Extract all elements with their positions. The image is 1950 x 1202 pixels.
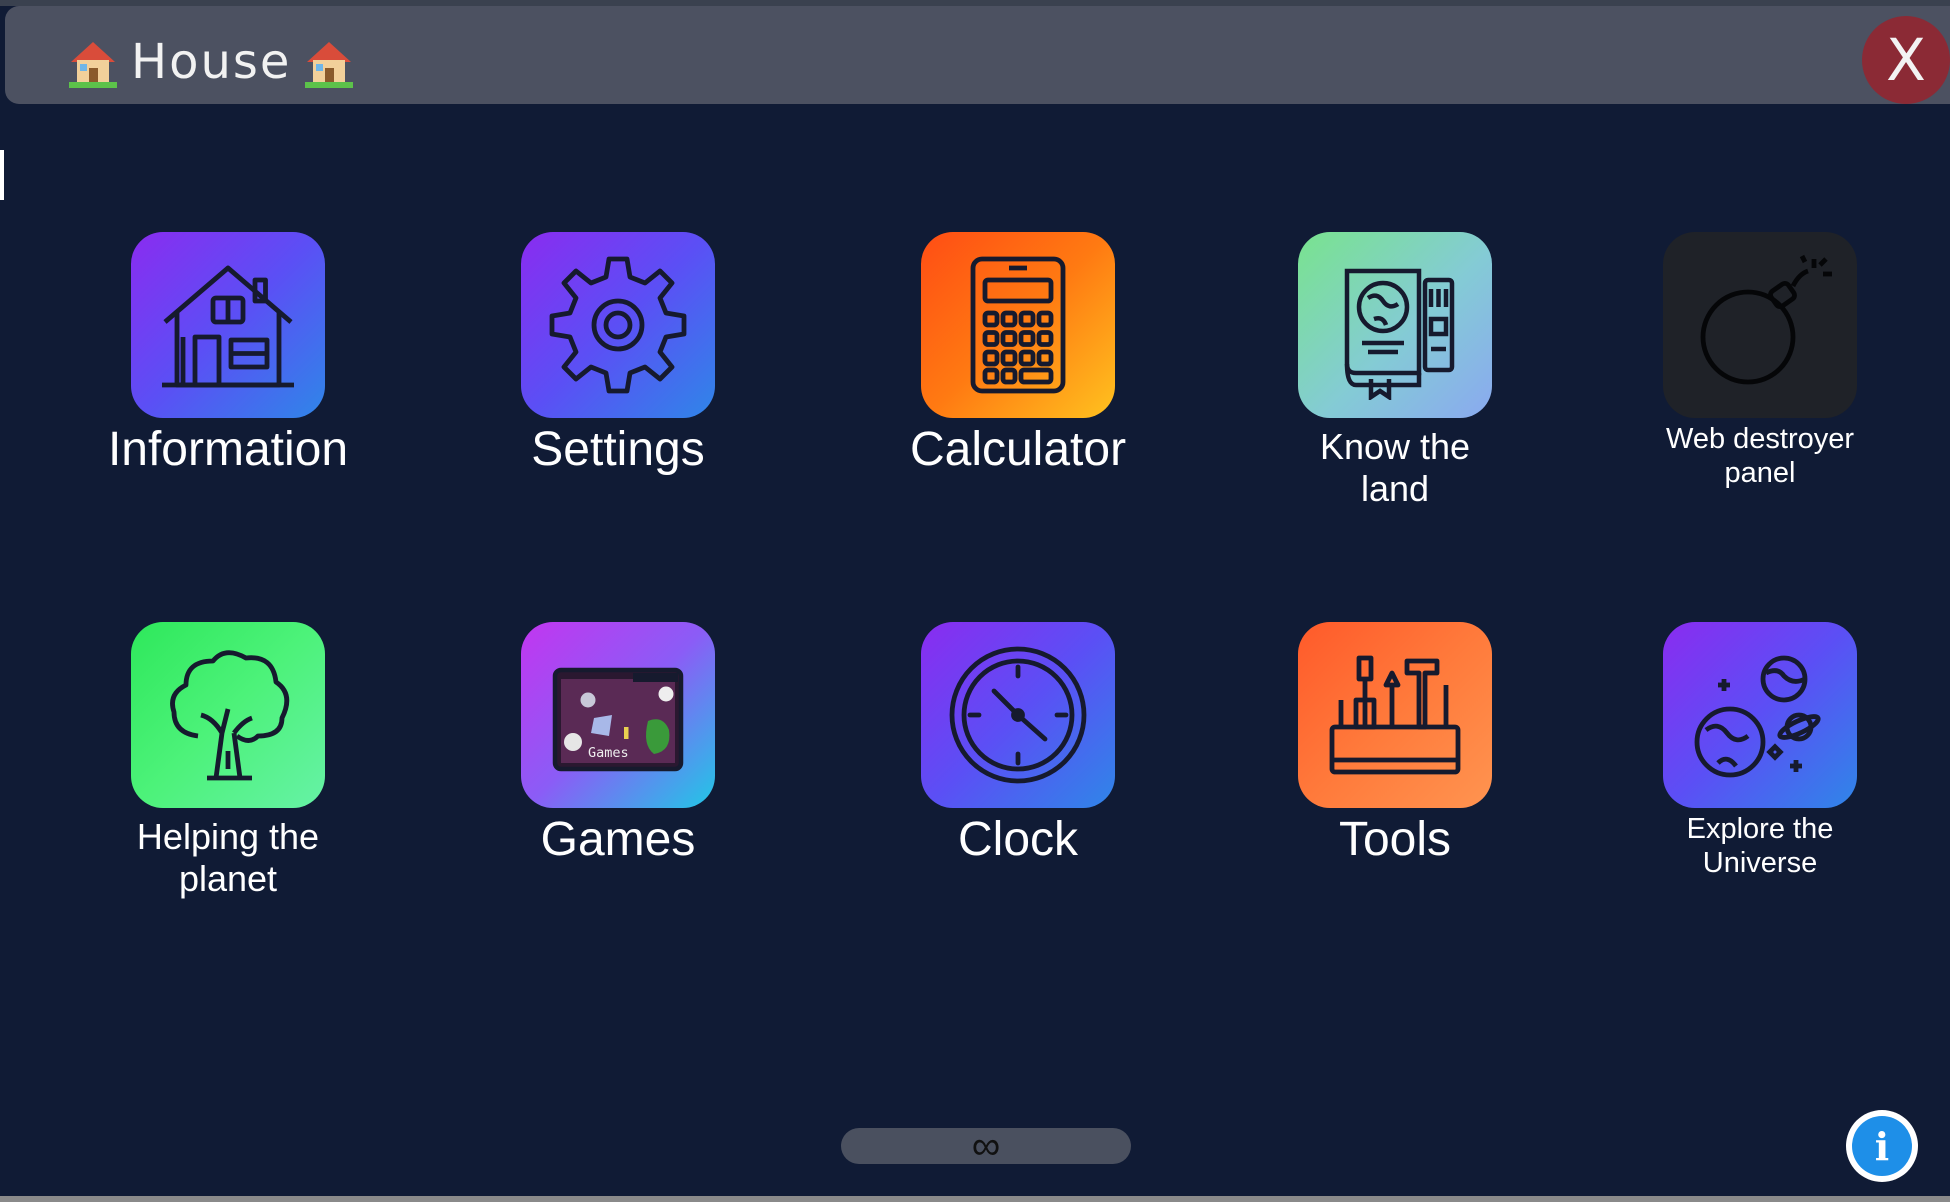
planets-icon <box>1694 655 1821 778</box>
know-the-land-tile[interactable] <box>1298 232 1492 418</box>
window-left-edge <box>0 150 4 200</box>
close-button[interactable]: X <box>1862 16 1950 104</box>
app-web-destroyer-panel[interactable]: Web destroyer panel <box>1630 232 1890 490</box>
helping-the-planet-tile[interactable] <box>131 622 325 808</box>
calculator-icon <box>970 256 1066 394</box>
web-destroyer-tile[interactable] <box>1663 232 1857 418</box>
tools-tile[interactable] <box>1298 622 1492 808</box>
app-label: Explore the Universe <box>1686 813 1834 880</box>
atlas-book-icon <box>1344 268 1455 400</box>
house-icon <box>162 265 294 388</box>
house-emoji-icon <box>69 42 117 88</box>
information-tile[interactable] <box>131 232 325 418</box>
app-calculator[interactable]: Calculator <box>888 232 1148 479</box>
app-games[interactable]: Games Games <box>488 622 748 869</box>
app-label: Calculator <box>909 423 1127 476</box>
app-settings[interactable]: Settings <box>488 232 748 479</box>
window-bottom-edge <box>0 1196 1950 1202</box>
window-title: House <box>65 34 357 90</box>
clock-tile[interactable] <box>921 622 1115 808</box>
app-label: Web destroyer panel <box>1665 423 1855 490</box>
gear-icon <box>549 256 687 394</box>
tree-icon <box>170 650 290 781</box>
app-label: Settings <box>531 423 705 476</box>
house-emoji-icon <box>305 42 354 88</box>
app-helping-the-planet[interactable]: Helping the planet <box>98 622 358 901</box>
app-label: Know the land <box>1319 426 1471 510</box>
bomb-icon <box>1700 254 1832 385</box>
house-window: House X Information Settings Calculator … <box>0 0 1950 1202</box>
app-know-the-land[interactable]: Know the land <box>1265 232 1525 511</box>
scroll-handle[interactable]: ∞ <box>841 1124 1131 1168</box>
window-title-text: House <box>131 34 292 90</box>
calculator-tile[interactable] <box>921 232 1115 418</box>
app-label: Games <box>540 813 696 866</box>
app-information[interactable]: Information <box>98 232 358 479</box>
app-label: Tools <box>1338 813 1452 866</box>
info-icon: i <box>1852 1116 1912 1176</box>
app-label: Clock <box>957 813 1079 866</box>
app-explore-the-universe[interactable]: Explore the Universe <box>1630 622 1890 880</box>
svg-text:Games: Games <box>588 745 629 761</box>
info-button[interactable]: i <box>1846 1110 1918 1182</box>
toolbox-icon <box>1329 655 1461 775</box>
app-label: Helping the planet <box>136 816 320 900</box>
app-tools[interactable]: Tools <box>1265 622 1525 869</box>
explore-the-universe-tile[interactable] <box>1663 622 1857 808</box>
settings-tile[interactable] <box>521 232 715 418</box>
games-tile[interactable]: Games <box>521 622 715 808</box>
games-folder-icon: Games <box>552 667 684 772</box>
title-bar: House X <box>5 6 1950 104</box>
clock-icon <box>949 646 1087 784</box>
app-label: Information <box>107 423 349 476</box>
app-clock[interactable]: Clock <box>888 622 1148 869</box>
